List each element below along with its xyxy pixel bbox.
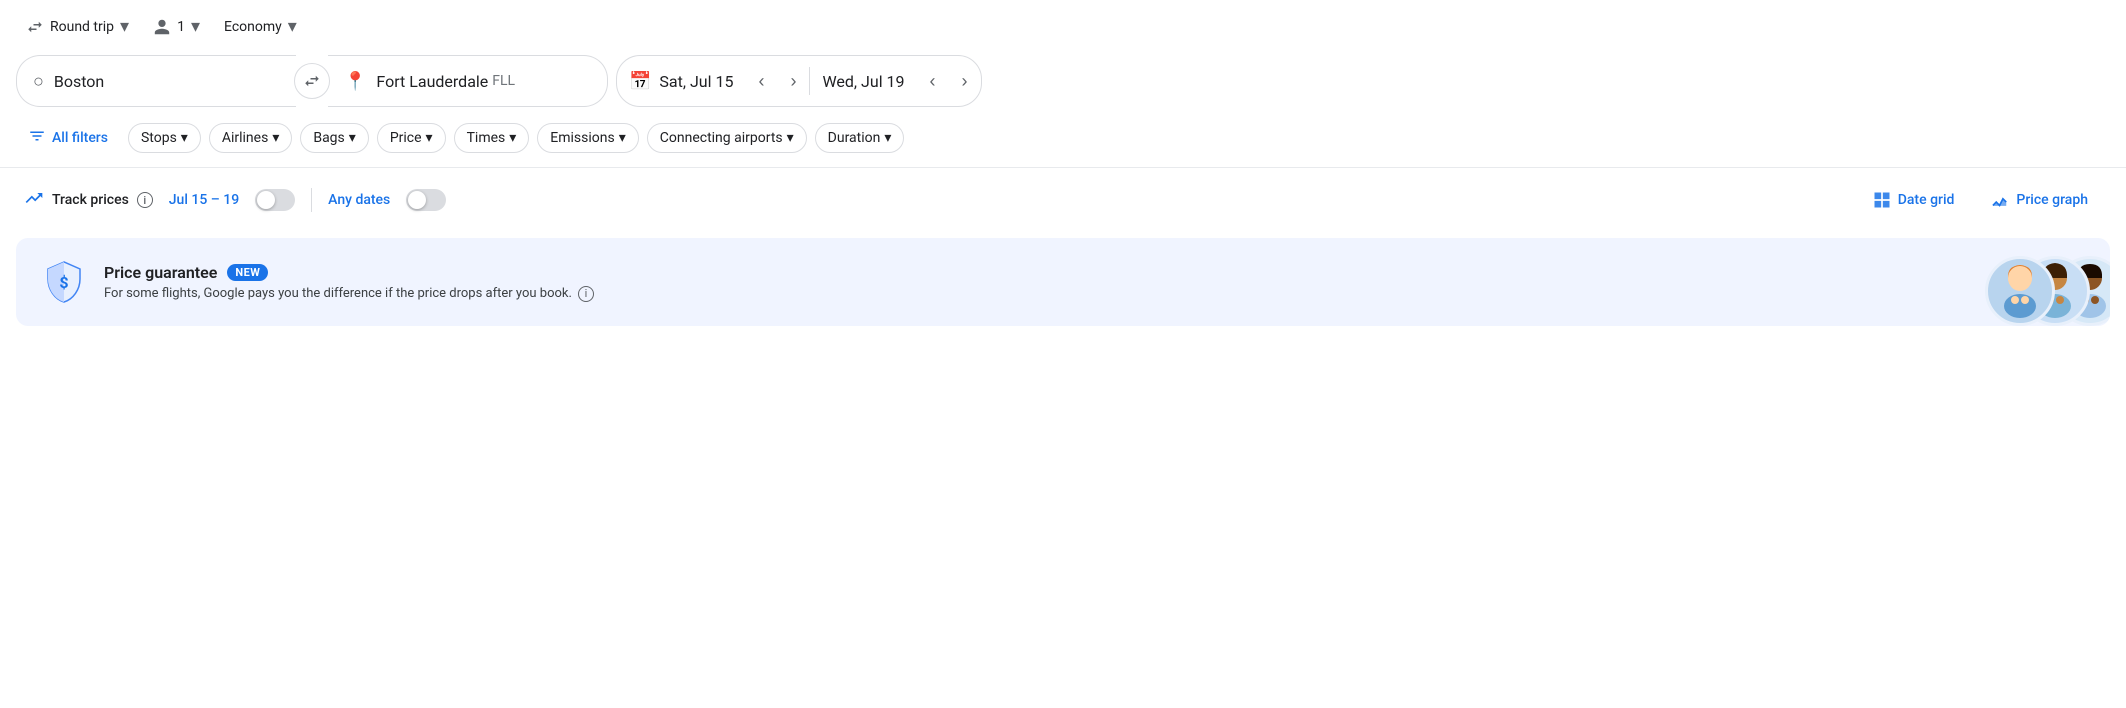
- airlines-filter-label: Airlines: [222, 130, 268, 146]
- airlines-filter-button[interactable]: Airlines ▾: [209, 123, 293, 153]
- track-dates-label: Jul 15 – 19: [169, 192, 239, 208]
- any-dates-toggle-knob: [408, 191, 426, 209]
- passengers-button[interactable]: 1 ▾: [143, 10, 210, 43]
- passengers-label: 1: [177, 19, 185, 35]
- price-guarantee-title-text: Price guarantee: [104, 263, 217, 282]
- trending-up-icon: [24, 188, 44, 212]
- route-wrapper: ○ Boston 📍 Fort Lauderdale FLL: [16, 55, 608, 107]
- stops-filter-label: Stops: [141, 130, 177, 146]
- emissions-chevron-icon: ▾: [619, 130, 626, 146]
- filters-row: All filters Stops ▾ Airlines ▾ Bags ▾ Pr…: [0, 113, 2126, 163]
- track-prices-label: Track prices i: [24, 188, 153, 212]
- main-divider: [0, 167, 2126, 168]
- svg-text:$: $: [59, 273, 68, 292]
- depart-prev-button[interactable]: ‹: [745, 65, 777, 97]
- trip-type-button[interactable]: Round trip ▾: [16, 10, 139, 43]
- price-filter-button[interactable]: Price ▾: [377, 123, 446, 153]
- emissions-filter-label: Emissions: [550, 130, 614, 146]
- price-guarantee-shield-icon: $: [40, 258, 88, 306]
- all-filters-label: All filters: [52, 130, 108, 146]
- times-filter-button[interactable]: Times ▾: [454, 123, 530, 153]
- all-filters-button[interactable]: All filters: [16, 121, 120, 155]
- duration-filter-label: Duration: [828, 130, 881, 146]
- duration-filter-button[interactable]: Duration ▾: [815, 123, 905, 153]
- right-actions: Date grid Price graph: [1858, 182, 2102, 218]
- price-guarantee-banner: $ Price guarantee NEW For some flights, …: [16, 238, 2110, 326]
- dest-value: Fort Lauderdale: [376, 72, 488, 91]
- origin-value: Boston: [54, 72, 104, 91]
- price-filter-label: Price: [390, 130, 422, 146]
- pg-illustrations: [1985, 256, 2110, 326]
- track-prices-row: Track prices i Jul 15 – 19 Any dates Dat…: [0, 172, 2126, 228]
- price-graph-label: Price graph: [2016, 192, 2088, 208]
- new-badge: NEW: [227, 264, 268, 281]
- person-icon: [153, 18, 171, 36]
- date-grid-icon: [1872, 190, 1892, 210]
- filter-icon: [28, 127, 46, 149]
- bags-filter-button[interactable]: Bags ▾: [300, 123, 368, 153]
- passengers-chevron-icon: ▾: [191, 16, 200, 37]
- return-next-button[interactable]: ›: [949, 65, 981, 97]
- swap-icon: [303, 72, 321, 90]
- date-section: 📅 Sat, Jul 15 ‹ › Wed, Jul 19 ‹ ›: [616, 55, 982, 107]
- return-prev-button[interactable]: ‹: [917, 65, 949, 97]
- price-graph-icon: [1990, 190, 2010, 210]
- calendar-icon: 📅: [629, 71, 651, 92]
- times-filter-label: Times: [467, 130, 506, 146]
- dest-code: FLL: [492, 73, 515, 89]
- stops-chevron-icon: ▾: [181, 130, 188, 146]
- emissions-filter-button[interactable]: Emissions ▾: [537, 123, 638, 153]
- round-trip-icon: [26, 18, 44, 36]
- price-graph-button[interactable]: Price graph: [1976, 182, 2102, 218]
- class-button[interactable]: Economy ▾: [214, 10, 307, 43]
- dest-pin-icon: 📍: [344, 71, 366, 92]
- price-guarantee-title: Price guarantee NEW: [104, 263, 2086, 282]
- track-dates-toggle[interactable]: [255, 189, 295, 211]
- depart-next-button[interactable]: ›: [777, 65, 809, 97]
- top-bar: Round trip ▾ 1 ▾ Economy ▾: [0, 0, 2126, 49]
- destination-field[interactable]: 📍 Fort Lauderdale FLL: [328, 55, 608, 107]
- track-dates-toggle-knob: [257, 191, 275, 209]
- trip-type-chevron-icon: ▾: [120, 16, 129, 37]
- search-row: ○ Boston 📍 Fort Lauderdale FLL 📅 Sat, Ju…: [0, 49, 2126, 113]
- origin-dot-icon: ○: [33, 71, 44, 92]
- origin-field[interactable]: ○ Boston: [16, 55, 296, 107]
- swap-button[interactable]: [294, 63, 330, 99]
- track-prices-text: Track prices: [52, 192, 129, 208]
- stops-filter-button[interactable]: Stops ▾: [128, 123, 201, 153]
- class-chevron-icon: ▾: [288, 16, 297, 37]
- price-guarantee-info-icon[interactable]: i: [578, 286, 594, 302]
- duration-chevron-icon: ▾: [884, 130, 891, 146]
- person-1-avatar: [1985, 256, 2055, 326]
- price-chevron-icon: ▾: [426, 130, 433, 146]
- track-info-icon[interactable]: i: [137, 192, 153, 208]
- class-label: Economy: [224, 19, 282, 35]
- times-chevron-icon: ▾: [509, 130, 516, 146]
- return-date-value: Wed, Jul 19: [822, 72, 904, 91]
- any-dates-toggle[interactable]: [406, 189, 446, 211]
- date-grid-label: Date grid: [1898, 192, 1955, 208]
- connecting-airports-filter-label: Connecting airports: [660, 130, 783, 146]
- trip-type-label: Round trip: [50, 19, 114, 35]
- bags-chevron-icon: ▾: [349, 130, 356, 146]
- depart-date-value: Sat, Jul 15: [659, 72, 733, 91]
- price-guarantee-desc-text: For some flights, Google pays you the di…: [104, 286, 572, 301]
- date-grid-button[interactable]: Date grid: [1858, 182, 1969, 218]
- return-date-field[interactable]: Wed, Jul 19: [810, 56, 916, 106]
- any-dates-label[interactable]: Any dates: [328, 192, 390, 208]
- connecting-airports-chevron-icon: ▾: [787, 130, 794, 146]
- connecting-airports-filter-button[interactable]: Connecting airports ▾: [647, 123, 807, 153]
- bags-filter-label: Bags: [313, 130, 344, 146]
- price-guarantee-content: Price guarantee NEW For some flights, Go…: [104, 263, 2086, 302]
- depart-date-field[interactable]: 📅 Sat, Jul 15: [617, 56, 745, 106]
- track-separator: [311, 188, 312, 212]
- price-guarantee-description: For some flights, Google pays you the di…: [104, 286, 2086, 302]
- airlines-chevron-icon: ▾: [272, 130, 279, 146]
